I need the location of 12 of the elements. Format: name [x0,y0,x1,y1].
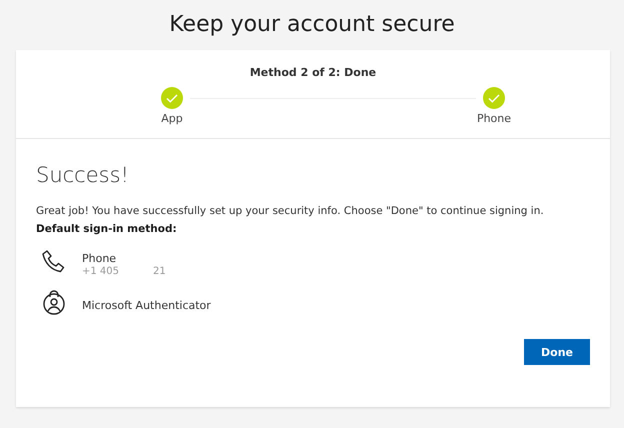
phone-number-end: 21 [153,266,166,277]
page-title: Keep your account secure [168,11,456,39]
step-label: Phone [476,112,512,125]
phone-number-start: +1 405 [82,266,120,277]
progress-caption: Method 2 of 2: Done [248,66,378,79]
method-name: Microsoft Authenticator [82,298,211,312]
done-button[interactable]: Done [524,339,590,365]
method-name: Phone [82,252,116,265]
default-method-label: Default sign-in method: [36,223,178,235]
success-message: Great job! You have successfully set up your security info. Choose "Done" to continue signing in. [36,205,545,217]
step-label: App [161,112,183,125]
success-heading: Success! [36,163,130,187]
